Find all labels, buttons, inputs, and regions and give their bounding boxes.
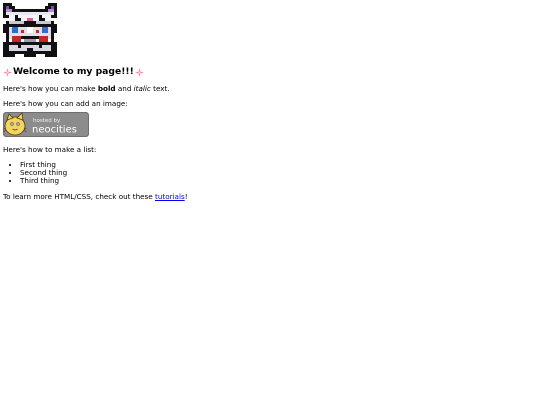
tutorials-text-before: To learn more HTML/CSS, check out these [3, 192, 156, 201]
sparkle-icon [3, 67, 12, 77]
tutorials-text-after: ! [184, 192, 188, 201]
list-paragraph: Here's how to make a list: [3, 145, 97, 154]
list-item: Third thing [20, 177, 537, 185]
italic-text: italic [133, 84, 151, 93]
page-content: Welcome to my page!!! Here's how you can… [3, 3, 537, 201]
bold-text: bold [97, 84, 116, 93]
page-title: Welcome to my page!!! [13, 66, 134, 77]
tutorials-paragraph: To learn more HTML/CSS, check out these … [3, 192, 537, 201]
example-list: First thing Second thing Third thing [3, 161, 537, 185]
badge-line1: hosted by [33, 118, 61, 124]
page-heading: Welcome to my page!!! [3, 66, 537, 78]
list-item: Second thing [20, 169, 537, 177]
formatting-text-after: text. [150, 84, 170, 93]
sparkle-icon [134, 67, 144, 77]
hosted-by-neocities-badge[interactable]: hosted by neocities [3, 112, 89, 137]
formatting-text-middle: and [115, 84, 134, 93]
list-item: First thing [20, 161, 537, 169]
tutorials-link[interactable]: tutorials [155, 192, 185, 201]
pixel-cat-icon [3, 3, 57, 57]
badge-line2: neocities [32, 125, 77, 136]
formatting-text-before: Here's how you can make [3, 84, 98, 93]
image-paragraph: Here's how you can add an image: [3, 99, 128, 108]
formatting-paragraph: Here's how you can make bold and italic … [3, 84, 537, 93]
